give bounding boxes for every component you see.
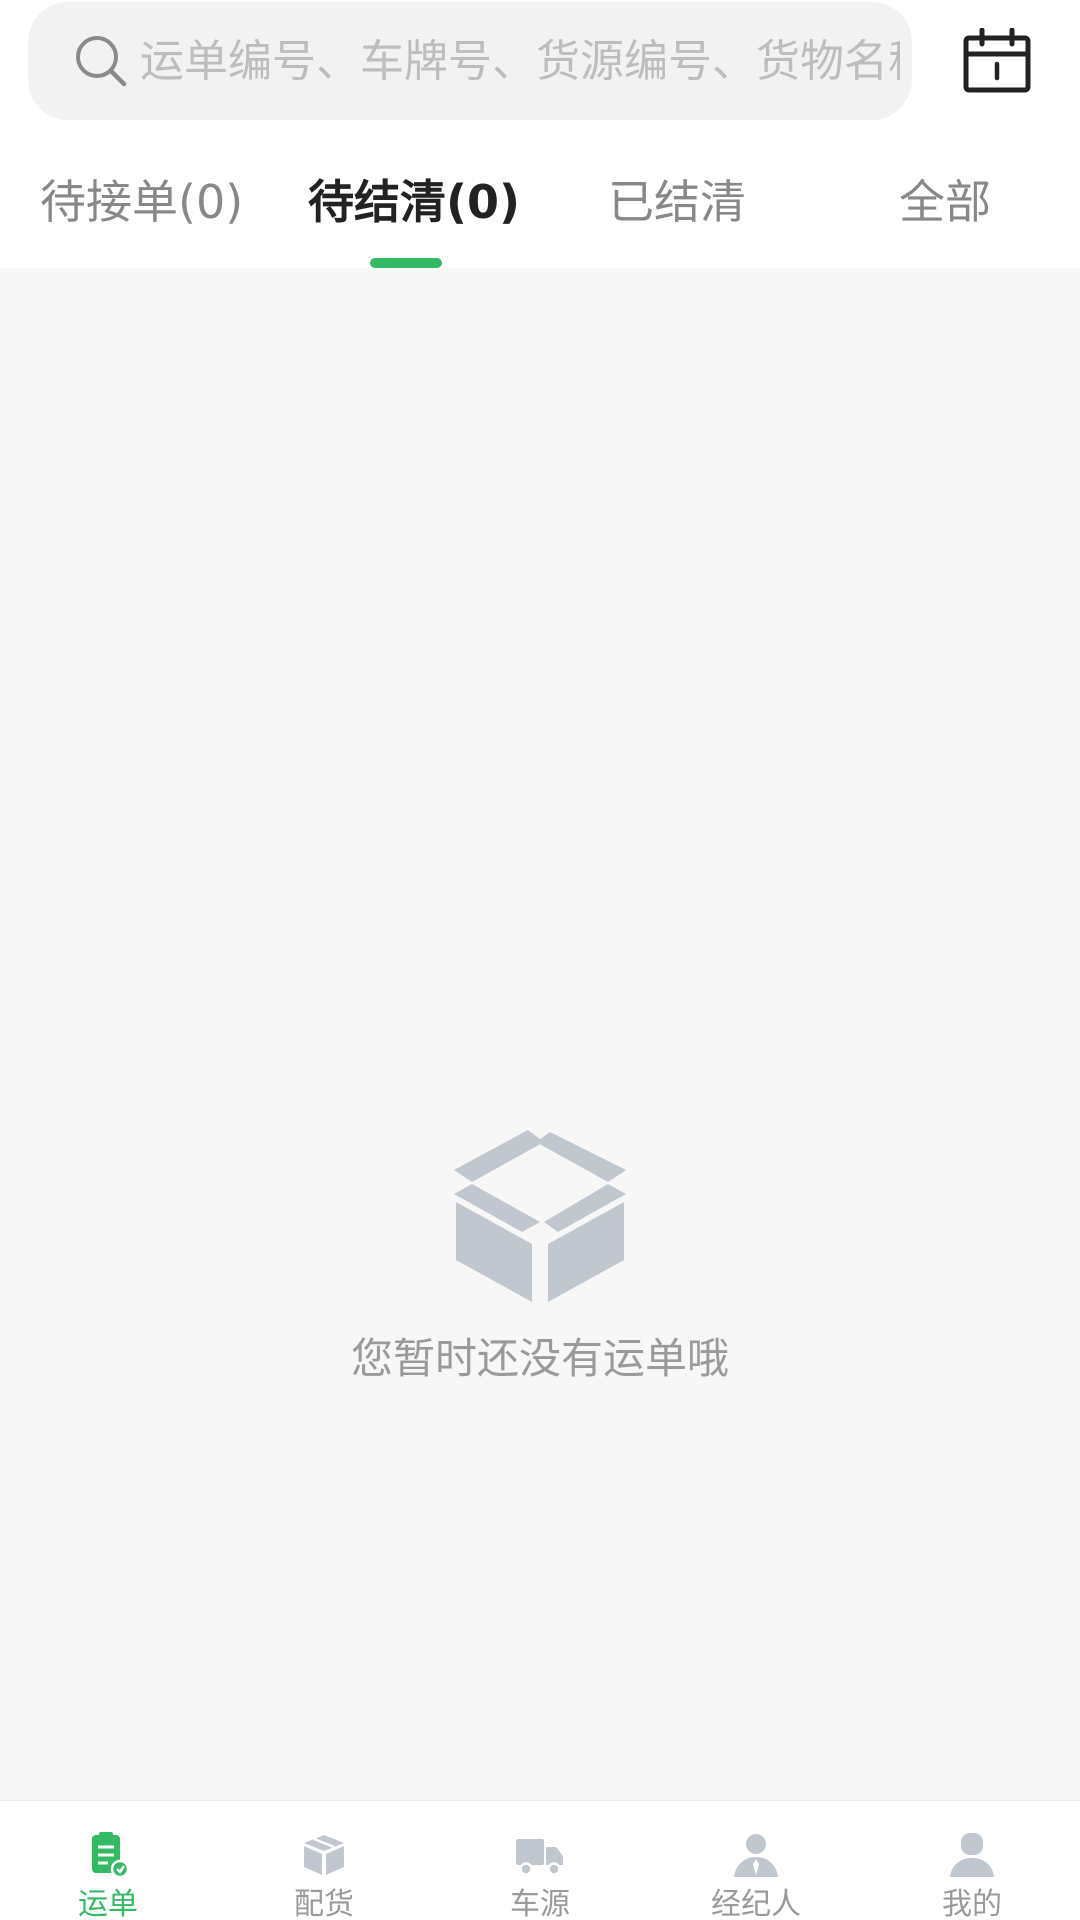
nav-item-vehicles[interactable]: 车源	[432, 1801, 648, 1920]
tab-all[interactable]: 全部	[880, 160, 1010, 244]
nav-item-waybill[interactable]: 运单	[0, 1801, 216, 1920]
active-tab-indicator	[370, 258, 442, 268]
nav-item-agent[interactable]: 经纪人	[648, 1801, 864, 1920]
search-box[interactable]	[28, 2, 912, 120]
user-icon	[950, 1833, 994, 1877]
package-icon	[304, 1835, 344, 1875]
tab-pending-accept[interactable]: 待接单(0)	[40, 160, 243, 244]
open-box-icon	[454, 1130, 626, 1302]
bottom-nav: 运单 配货 车源 经纪人 我的	[0, 1800, 1080, 1920]
search-input[interactable]	[140, 24, 900, 98]
nav-item-mine[interactable]: 我的	[864, 1801, 1080, 1920]
waybill-icon	[92, 1832, 130, 1879]
nav-label-agent: 经纪人	[711, 1887, 801, 1920]
nav-item-distribution[interactable]: 配货	[216, 1801, 432, 1920]
tab-settled[interactable]: 已结清	[592, 160, 762, 244]
nav-label-mine: 我的	[942, 1887, 1002, 1920]
calendar-icon[interactable]	[962, 28, 1032, 94]
nav-label-vehicles: 车源	[510, 1887, 570, 1920]
search-icon	[76, 36, 127, 87]
nav-label-waybill: 运单	[78, 1887, 138, 1920]
truck-icon	[516, 1839, 563, 1876]
header: 待接单(0) 待结清(0) 已结清 全部	[0, 0, 1080, 268]
tab-pending-settle[interactable]: 待结清(0)	[308, 160, 520, 244]
nav-label-distribution: 配货	[294, 1887, 354, 1920]
agent-icon	[734, 1834, 778, 1877]
app-screen: 待接单(0) 待结清(0) 已结清 全部 您暂时还没有运单哦	[0, 0, 1080, 1920]
empty-state-message: 您暂时还没有运单哦	[350, 1334, 729, 1383]
tab-bar: 待接单(0) 待结清(0) 已结清 全部	[0, 160, 1080, 268]
